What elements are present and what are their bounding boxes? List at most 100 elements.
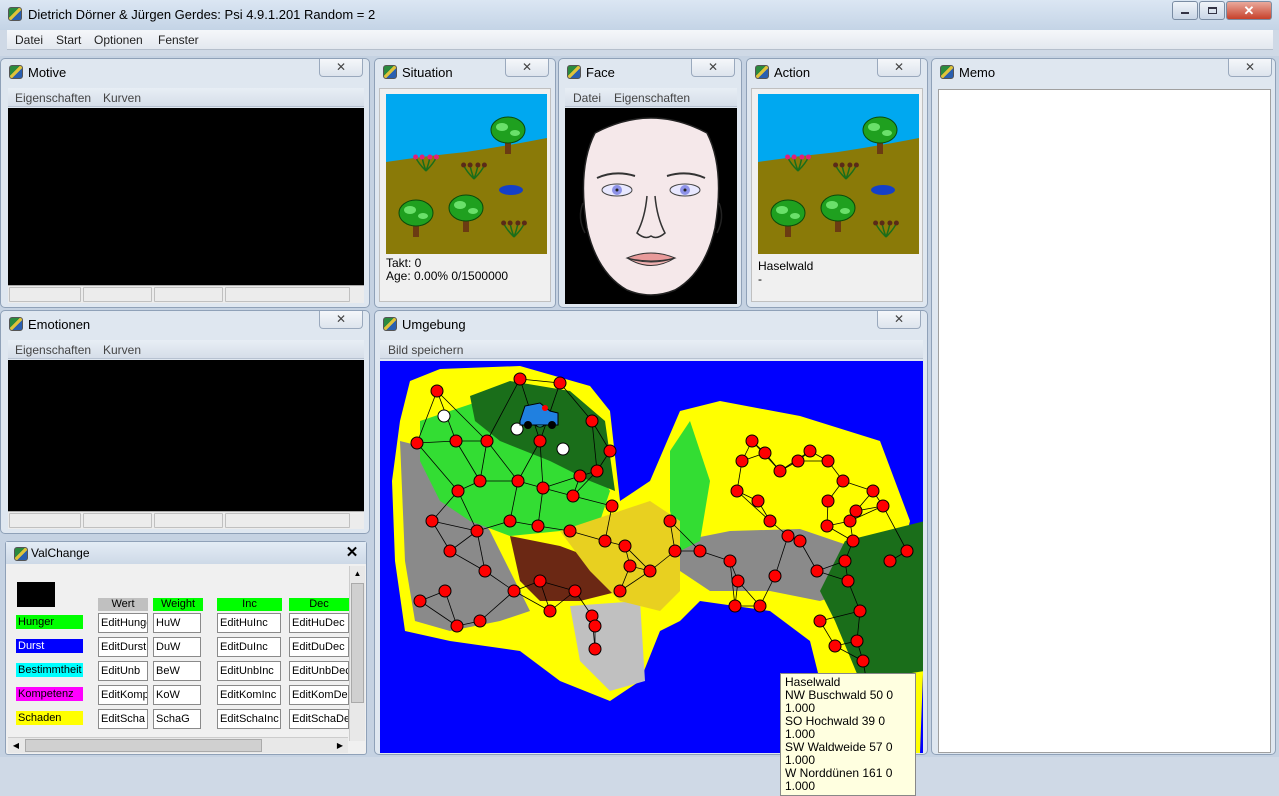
location-node [470,524,484,538]
location-node [821,454,835,468]
scroll-thumb[interactable] [351,583,364,703]
pond-icon [499,185,523,195]
valchange-wert-field[interactable]: EditScha [98,709,148,729]
location-node [730,484,744,498]
valchange-inc-field[interactable]: EditKomInc [217,685,281,705]
location-node [513,372,527,386]
menu-eigenschaften[interactable]: Eigenschaften [15,343,91,357]
info-line: SO Hochwald 39 0 1.000 [785,714,886,741]
scroll-thumb[interactable] [25,739,262,752]
valchange-label: Hunger [16,615,83,629]
close-button[interactable]: ✕ [877,59,921,77]
action-scene-image [758,94,919,254]
minimize-button[interactable] [1172,1,1198,20]
scroll-left-arrow-icon[interactable]: ◀ [8,738,24,753]
location-node [425,514,439,528]
menu-datei[interactable]: Datei [15,33,43,47]
close-button[interactable]: ✕ [319,311,363,329]
app-icon [8,7,22,21]
location-node [751,494,765,508]
location-node [723,554,737,568]
valchange-dec-field[interactable]: EditSchaDec [289,709,349,729]
menu-kurven[interactable]: Kurven [103,91,141,105]
location-node [820,519,834,533]
location-node [503,514,517,528]
valchange-dec-field[interactable]: EditUnbDec [289,661,349,681]
location-node [728,599,742,613]
valchange-weight-field[interactable]: KoW [153,685,201,705]
close-button[interactable]: ✕ [344,545,360,561]
valchange-wert-field[interactable]: EditKomp [98,685,148,705]
location-node [643,564,657,578]
location-node [473,614,487,628]
menu-bild-speichern[interactable]: Bild speichern [388,343,463,357]
emotionen-chart-area [8,360,364,511]
valchange-dec-field[interactable]: EditHuDec [289,613,349,633]
valchange-wert-field[interactable]: EditUnb [98,661,148,681]
valchange-inc-field[interactable]: EditDuInc [217,637,281,657]
location-node [531,519,545,533]
close-button[interactable]: ✕ [1226,1,1272,20]
location-node [883,554,897,568]
location-node [828,639,842,653]
statusbar [8,511,364,529]
valchange-weight-field[interactable]: DuW [153,637,201,657]
valchange-dec-field[interactable]: EditKomDec [289,685,349,705]
face-window: Face ✕ Datei Eigenschaften [558,58,742,308]
location-node [876,499,890,513]
location-node [566,489,580,503]
close-button[interactable]: ✕ [319,59,363,77]
location-node [536,481,550,495]
location-node [735,454,749,468]
header-inc: Inc [217,598,282,611]
menu-optionen[interactable]: Optionen [94,33,143,47]
valchange-wert-field[interactable]: EditDurst [98,637,148,657]
valchange-weight-field[interactable]: HuW [153,613,201,633]
memo-textarea[interactable] [938,89,1271,753]
location-node [849,504,863,518]
umgebung-window: Umgebung ✕ Bild speichern Haselwald NW B… [374,310,928,796]
action-line2: - [758,272,762,286]
location-node [618,539,632,553]
menu-start[interactable]: Start [56,33,81,47]
window-title: Action [774,65,811,80]
menu-eigenschaften[interactable]: Eigenschaften [15,91,91,105]
menu-eigenschaften[interactable]: Eigenschaften [614,91,690,105]
face-menu: Datei Eigenschaften [565,88,737,107]
location-node [731,574,745,588]
valchange-wert-field[interactable]: EditHunger [98,613,148,633]
location-node [836,474,850,488]
location-node [605,499,619,513]
scroll-up-arrow-icon[interactable]: ▲ [350,566,365,582]
close-button[interactable]: ✕ [877,311,921,329]
header-weight: Weight [153,598,203,611]
scroll-right-arrow-icon[interactable]: ▶ [332,738,348,753]
window-title: Motive [28,65,67,80]
location-node [603,444,617,458]
menu-datei[interactable]: Datei [573,91,601,105]
valchange-inc-field[interactable]: EditSchaInc [217,709,281,729]
location-node [585,414,599,428]
valchange-weight-field[interactable]: SchaG [153,709,201,729]
menu-fenster[interactable]: Fenster [158,33,199,47]
valchange-weight-field[interactable]: BeW [153,661,201,681]
close-button[interactable]: ✕ [505,59,549,77]
maximize-button[interactable] [1199,1,1225,20]
location-node [473,474,487,488]
valchange-inc-field[interactable]: EditUnbInc [217,661,281,681]
horizontal-scrollbar[interactable]: ◀ ▶ [8,737,348,753]
app-icon [383,65,397,79]
app-icon [9,65,23,79]
location-node [430,384,444,398]
close-button[interactable]: ✕ [691,59,735,77]
location-node [856,654,870,668]
location-node [568,584,582,598]
valchange-label: Schaden [16,711,83,725]
valchange-inc-field[interactable]: EditHuInc [217,613,281,633]
vertical-scrollbar[interactable]: ▲ [349,566,365,741]
app-icon [14,547,28,561]
location-node [451,484,465,498]
valchange-dec-field[interactable]: EditDuDec [289,637,349,657]
close-button[interactable]: ✕ [1228,59,1272,77]
menu-kurven[interactable]: Kurven [103,343,141,357]
